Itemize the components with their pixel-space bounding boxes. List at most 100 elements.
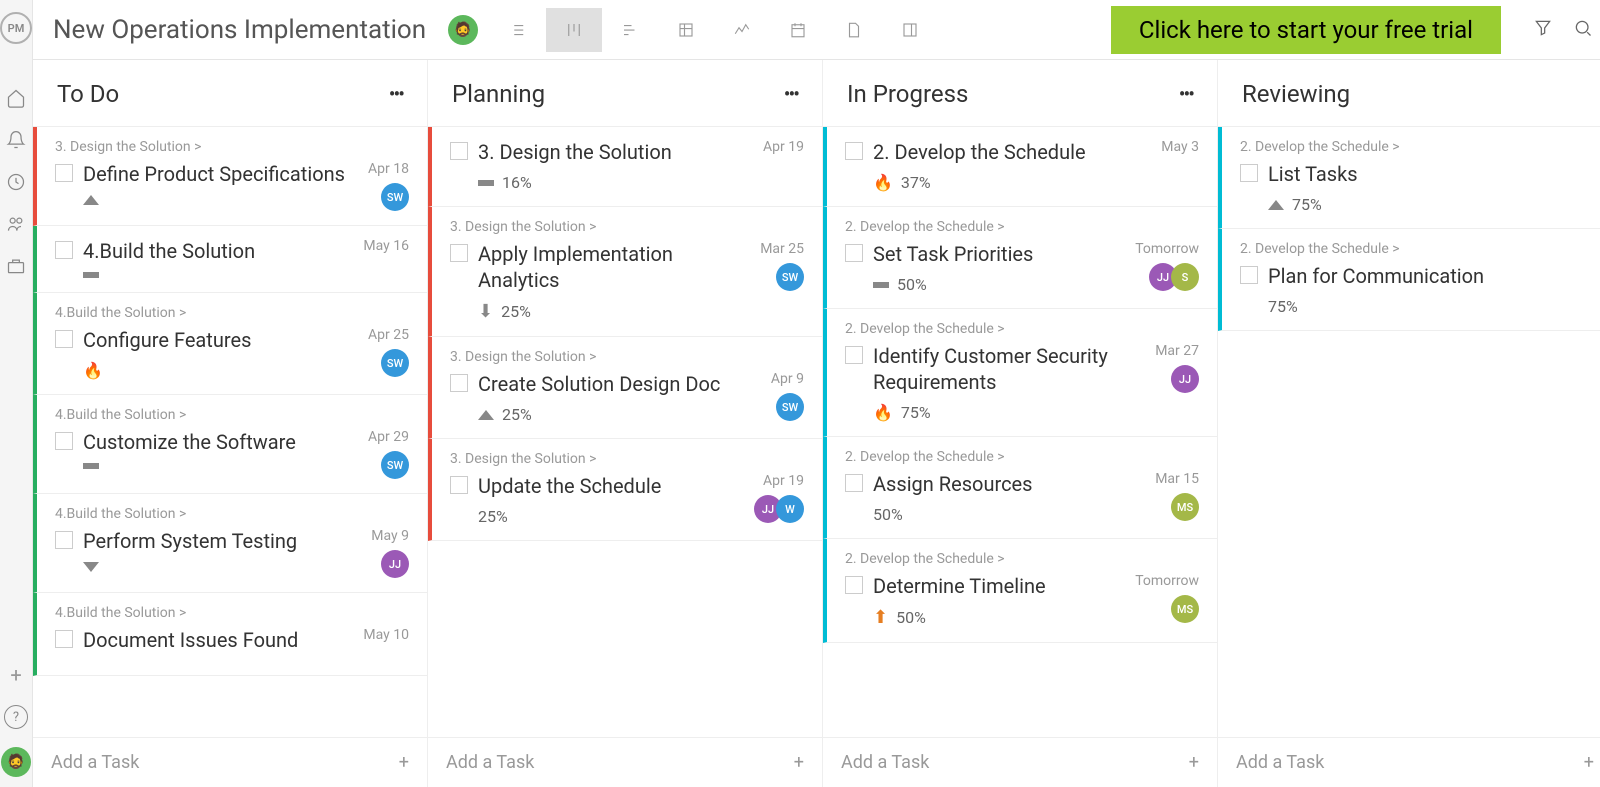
add-task-button[interactable]: Add a Task+: [823, 737, 1217, 787]
task-card[interactable]: 3. Design the Solution > Create Solution…: [428, 337, 822, 439]
logo[interactable]: PM: [0, 12, 32, 44]
column-title: In Progress: [847, 80, 968, 108]
task-checkbox[interactable]: [55, 432, 73, 450]
card-avatars: SW: [381, 183, 409, 211]
task-checkbox[interactable]: [55, 164, 73, 182]
view-calendar-icon[interactable]: [770, 8, 826, 52]
task-card[interactable]: 4.Build the Solution > Document Issues F…: [33, 593, 427, 676]
home-icon[interactable]: [4, 86, 28, 110]
card-title: 4.Build the Solution: [83, 238, 353, 264]
column-title: To Do: [57, 80, 119, 108]
task-checkbox[interactable]: [1240, 164, 1258, 182]
avatar[interactable]: SW: [381, 349, 409, 377]
column-menu-icon[interactable]: •••: [784, 82, 798, 106]
filter-icon[interactable]: [1533, 18, 1553, 42]
cta-button[interactable]: Click here to start your free trial: [1111, 6, 1501, 54]
column-title: Planning: [452, 80, 545, 108]
task-checkbox[interactable]: [845, 142, 863, 160]
task-checkbox[interactable]: [450, 244, 468, 262]
task-checkbox[interactable]: [450, 142, 468, 160]
help-icon[interactable]: ?: [4, 705, 28, 729]
task-checkbox[interactable]: [845, 576, 863, 594]
add-task-button[interactable]: Add a Task+: [33, 737, 427, 787]
task-card[interactable]: 2. Develop the Schedule 🔥 37% May 3: [823, 127, 1217, 207]
view-doc-icon[interactable]: [826, 8, 882, 52]
task-card[interactable]: 3. Design the Solution 16% Apr 19: [428, 127, 822, 207]
task-checkbox[interactable]: [55, 330, 73, 348]
task-checkbox[interactable]: [55, 531, 73, 549]
card-avatars: SW: [381, 451, 409, 479]
card-date: Tomorrow: [1135, 241, 1199, 257]
card-avatars: SW: [776, 393, 804, 421]
task-checkbox[interactable]: [55, 630, 73, 648]
task-card[interactable]: 3. Design the Solution > Update the Sche…: [428, 439, 822, 541]
card-breadcrumb: 2. Develop the Schedule >: [845, 219, 1199, 235]
priority-icon: 🔥: [873, 173, 893, 192]
view-board-icon[interactable]: [546, 8, 602, 52]
task-checkbox[interactable]: [450, 374, 468, 392]
task-card[interactable]: 2. Develop the Schedule > Assign Resourc…: [823, 437, 1217, 539]
card-title: Customize the Software: [83, 429, 358, 455]
task-checkbox[interactable]: [450, 476, 468, 494]
avatar[interactable]: SW: [776, 263, 804, 291]
card-title: Create Solution Design Doc: [478, 371, 761, 397]
task-card[interactable]: 4.Build the Solution > Configure Feature…: [33, 293, 427, 395]
column-menu-icon[interactable]: •••: [389, 82, 403, 106]
task-card[interactable]: 3. Design the Solution > Apply Implement…: [428, 207, 822, 337]
plus-icon: +: [794, 752, 804, 773]
task-card[interactable]: 4.Build the Solution > Perform System Te…: [33, 494, 427, 593]
task-card[interactable]: 4.Build the Solution > Customize the Sof…: [33, 395, 427, 494]
priority-icon: [83, 195, 99, 205]
card-breadcrumb: 2. Develop the Schedule >: [1240, 241, 1594, 257]
task-checkbox[interactable]: [845, 346, 863, 364]
task-card[interactable]: 3. Design the Solution > Define Product …: [33, 127, 427, 226]
page-title: New Operations Implementation: [53, 15, 426, 45]
briefcase-icon[interactable]: [4, 254, 28, 278]
project-avatar[interactable]: 🧔: [448, 15, 478, 45]
view-list-icon[interactable]: [490, 8, 546, 52]
avatar[interactable]: JJ: [381, 550, 409, 578]
column-header: To Do •••: [33, 60, 427, 127]
card-percentage: 50%: [897, 275, 927, 294]
bell-icon[interactable]: [4, 128, 28, 152]
card-breadcrumb: 2. Develop the Schedule >: [845, 321, 1199, 337]
add-task-button[interactable]: Add a Task+: [428, 737, 822, 787]
column-menu-icon[interactable]: •••: [1179, 82, 1193, 106]
avatar[interactable]: JJ: [1171, 365, 1199, 393]
card-title: Configure Features: [83, 327, 358, 353]
task-checkbox[interactable]: [1240, 266, 1258, 284]
task-card[interactable]: 2. Develop the Schedule > Set Task Prior…: [823, 207, 1217, 309]
task-card[interactable]: 2. Develop the Schedule > Determine Time…: [823, 539, 1217, 643]
view-chart-icon[interactable]: [714, 8, 770, 52]
task-checkbox[interactable]: [845, 244, 863, 262]
task-card[interactable]: 2. Develop the Schedule > Plan for Commu…: [1218, 229, 1600, 331]
task-checkbox[interactable]: [845, 474, 863, 492]
avatar[interactable]: MS: [1171, 595, 1199, 623]
search-icon[interactable]: [1573, 18, 1593, 42]
team-icon[interactable]: [4, 212, 28, 236]
card-date: May 9: [371, 528, 409, 544]
task-card[interactable]: 2. Develop the Schedule > Identify Custo…: [823, 309, 1217, 437]
topbar: New Operations Implementation 🧔 Click he…: [33, 0, 1600, 60]
avatar[interactable]: W: [776, 495, 804, 523]
view-table-icon[interactable]: [658, 8, 714, 52]
task-card[interactable]: 4.Build the Solution May 16: [33, 226, 427, 293]
card-breadcrumb: 3. Design the Solution >: [450, 219, 804, 235]
add-task-button[interactable]: Add a Task+: [1218, 737, 1600, 787]
avatar[interactable]: SW: [776, 393, 804, 421]
card-percentage: 50%: [873, 505, 903, 524]
view-panel-icon[interactable]: [882, 8, 938, 52]
add-icon[interactable]: +: [4, 663, 28, 687]
view-gantt-icon[interactable]: [602, 8, 658, 52]
clock-icon[interactable]: [4, 170, 28, 194]
task-card[interactable]: 2. Develop the Schedule > List Tasks 75%: [1218, 127, 1600, 229]
avatar[interactable]: MS: [1171, 493, 1199, 521]
avatar[interactable]: SW: [381, 183, 409, 211]
user-avatar[interactable]: 🧔: [1, 747, 31, 777]
priority-icon: [478, 410, 494, 420]
column: Reviewing 2. Develop the Schedule > List…: [1218, 60, 1600, 787]
avatar[interactable]: SW: [381, 451, 409, 479]
avatar[interactable]: S: [1171, 263, 1199, 291]
card-percentage: 75%: [1292, 195, 1322, 214]
task-checkbox[interactable]: [55, 241, 73, 259]
